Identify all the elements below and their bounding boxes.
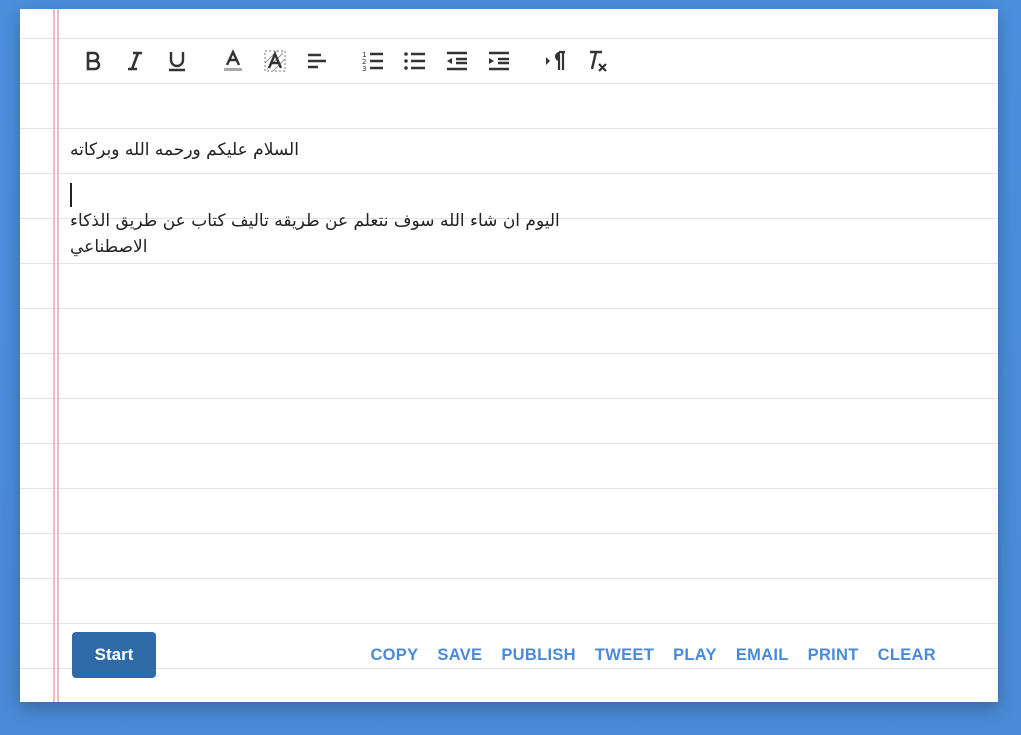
clear-button[interactable]: CLEAR — [878, 646, 936, 665]
align-button[interactable] — [296, 43, 338, 79]
highlight-color-icon — [264, 50, 286, 72]
ordered-list-button[interactable]: 123 — [352, 43, 394, 79]
clear-formatting-icon — [590, 50, 607, 72]
italic-icon — [128, 51, 142, 71]
underline-icon — [169, 52, 185, 72]
text-caret — [70, 183, 72, 207]
text-direction-button[interactable] — [534, 43, 576, 79]
margin-line — [57, 9, 59, 702]
bold-icon — [86, 51, 101, 71]
action-bar: COPY SAVE PUBLISH TWEET PLAY EMAIL PRINT… — [370, 646, 936, 665]
editor-line-text: السلام عليكم ورحمه الله وبركاته — [70, 140, 299, 160]
notebook-page: 123 السلام عليكم ورحمه الله وبركاته اليو… — [20, 9, 998, 702]
print-button[interactable]: PRINT — [808, 646, 859, 665]
svg-text:3: 3 — [362, 65, 366, 73]
save-button[interactable]: SAVE — [437, 646, 482, 665]
text-color-button[interactable] — [212, 43, 254, 79]
ordered-list-icon: 123 — [362, 51, 383, 73]
text-direction-icon — [546, 50, 565, 70]
text-color-icon — [224, 49, 242, 71]
publish-button[interactable]: PUBLISH — [501, 646, 576, 665]
tweet-button[interactable]: TWEET — [595, 646, 654, 665]
text-editor[interactable]: السلام عليكم ورحمه الله وبركاته اليوم ان… — [70, 137, 630, 257]
editor-line: السلام عليكم ورحمه الله وبركاته — [70, 137, 630, 182]
play-button[interactable]: PLAY — [673, 646, 717, 665]
indent-button[interactable] — [478, 43, 520, 79]
align-left-icon — [308, 53, 326, 69]
margin-line — [53, 9, 55, 702]
copy-button[interactable]: COPY — [370, 646, 418, 665]
bullet-list-button[interactable] — [394, 43, 436, 79]
formatting-toolbar: 123 — [72, 43, 618, 79]
bold-button[interactable] — [72, 43, 114, 79]
indent-icon — [489, 51, 509, 71]
editor-line: اليوم ان شاء الله سوف نتعلم عن طريقه تال… — [70, 182, 630, 257]
highlight-color-button[interactable] — [254, 43, 296, 79]
outdent-icon — [447, 51, 467, 71]
outdent-button[interactable] — [436, 43, 478, 79]
clear-formatting-button[interactable] — [576, 43, 618, 79]
start-button[interactable]: Start — [72, 632, 156, 678]
italic-button[interactable] — [114, 43, 156, 79]
bullet-list-icon — [404, 52, 425, 70]
email-button[interactable]: EMAIL — [736, 646, 789, 665]
editor-line-text: اليوم ان شاء الله سوف نتعلم عن طريقه تال… — [70, 211, 560, 257]
underline-button[interactable] — [156, 43, 198, 79]
